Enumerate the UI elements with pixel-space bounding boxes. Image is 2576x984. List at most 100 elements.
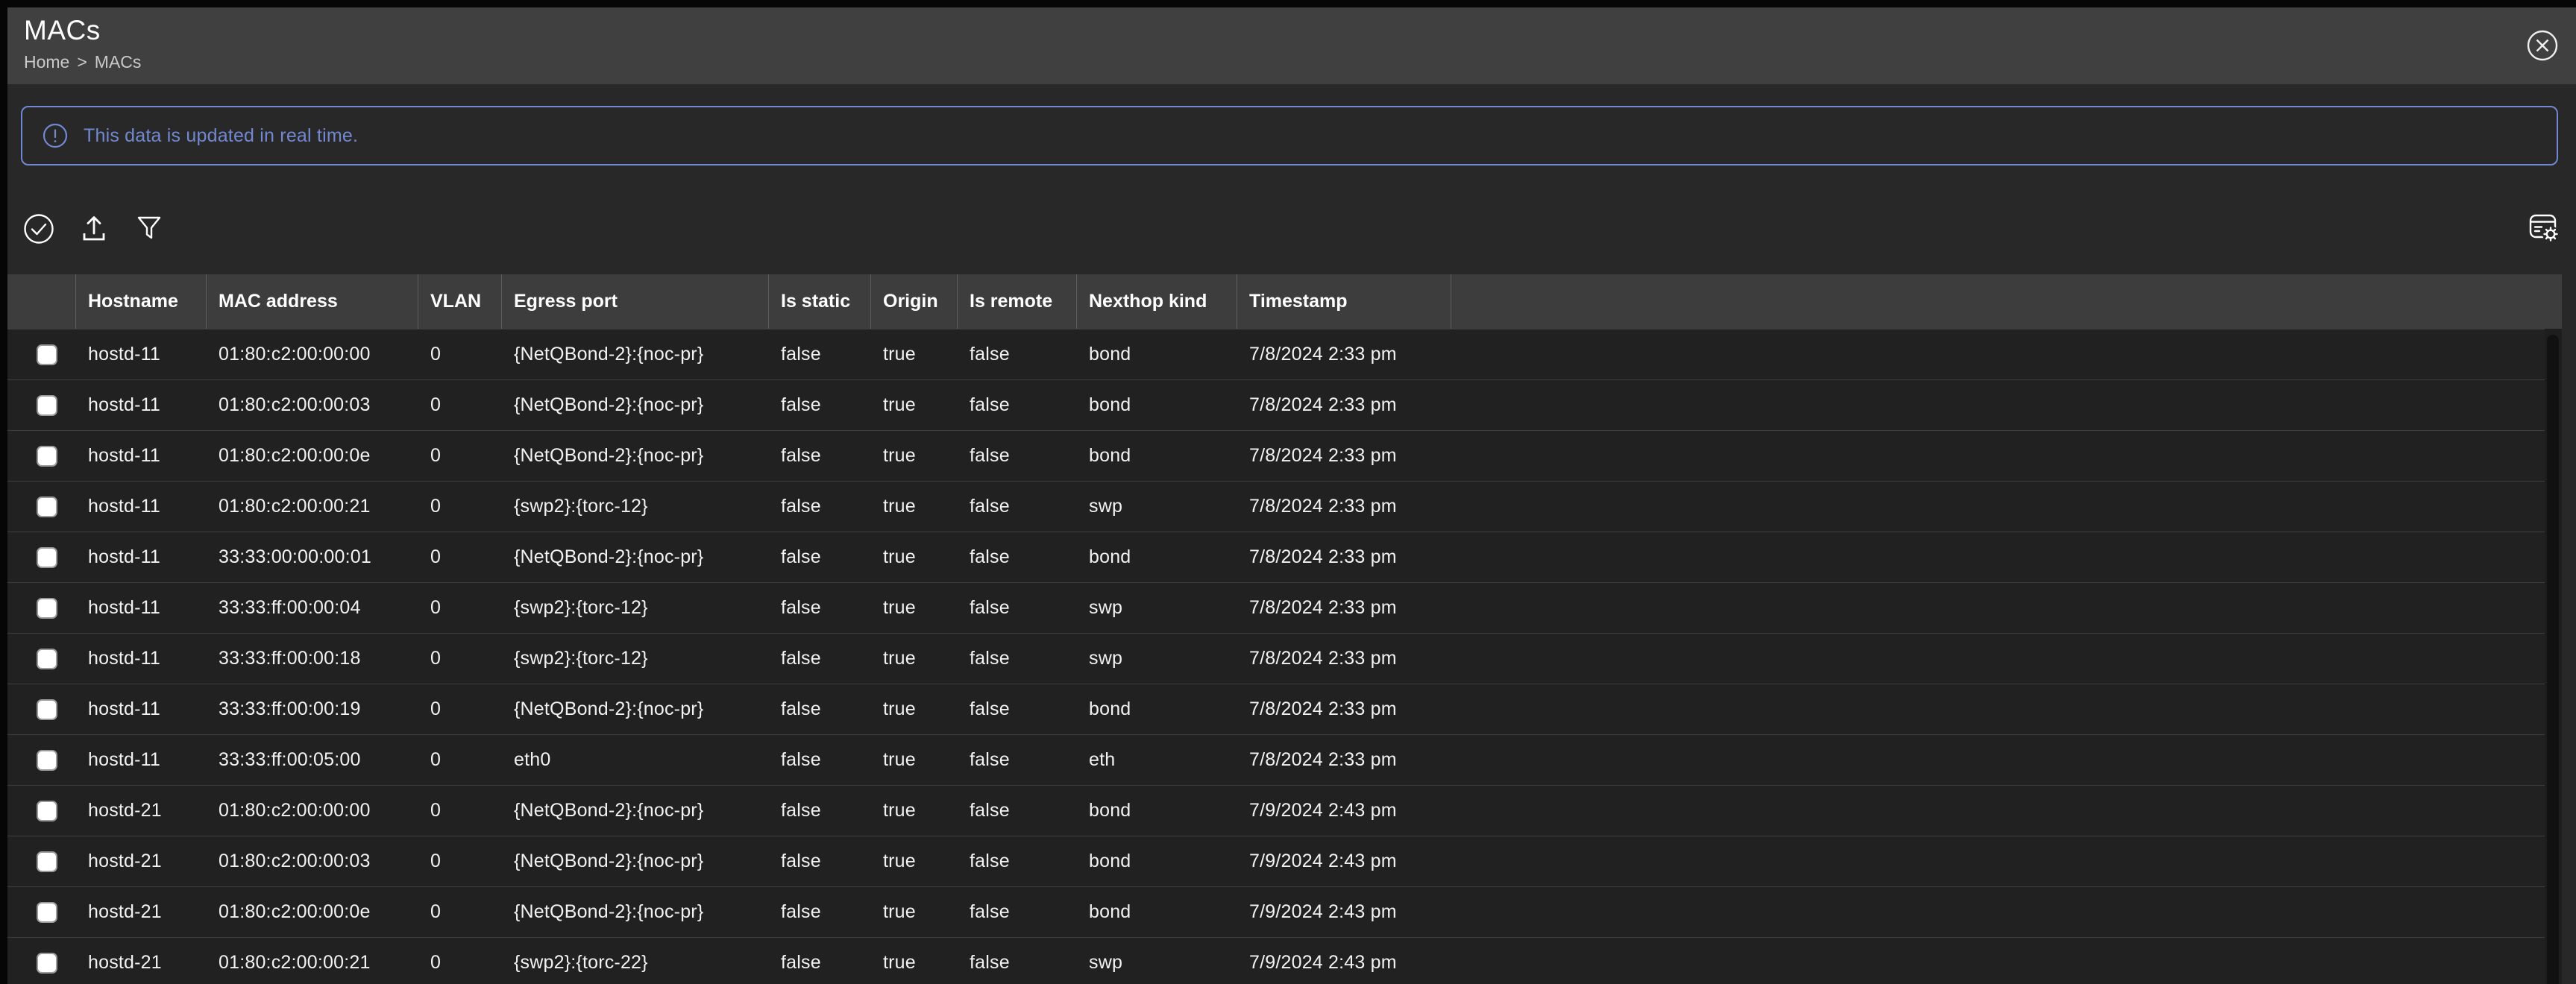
filter-funnel-icon bbox=[133, 212, 166, 245]
table-row[interactable]: hostd-2101:80:c2:00:00:210{swp2}:{torc-2… bbox=[7, 937, 2545, 984]
cell-egress-port: {NetQBond-2}:{noc-pr} bbox=[502, 684, 769, 734]
cell-mac-address: 01:80:c2:00:00:0e bbox=[207, 431, 418, 481]
cell-timestamp: 7/9/2024 2:43 pm bbox=[1237, 887, 1451, 937]
row-checkbox-cell bbox=[7, 684, 76, 734]
table-row[interactable]: hostd-2101:80:c2:00:00:0e0{NetQBond-2}:{… bbox=[7, 886, 2545, 937]
column-header-mac-address[interactable]: MAC address bbox=[207, 274, 418, 329]
row-checkbox[interactable] bbox=[37, 344, 57, 365]
cell-vlan: 0 bbox=[418, 380, 502, 430]
row-checkbox[interactable] bbox=[37, 851, 57, 872]
table-settings-button[interactable] bbox=[2527, 212, 2561, 246]
cell-is-static: false bbox=[769, 583, 871, 633]
cell-is-remote: false bbox=[958, 684, 1077, 734]
row-checkbox[interactable] bbox=[37, 902, 57, 923]
table-row[interactable]: hostd-2101:80:c2:00:00:000{NetQBond-2}:{… bbox=[7, 785, 2545, 836]
row-checkbox[interactable] bbox=[37, 446, 57, 467]
column-header-egress-port[interactable]: Egress port bbox=[502, 274, 769, 329]
macs-table: HostnameMAC addressVLANEgress portIs sta… bbox=[7, 274, 2562, 984]
close-icon bbox=[2525, 28, 2560, 63]
cell-hostname: hostd-11 bbox=[76, 482, 207, 532]
row-checkbox-cell bbox=[7, 329, 76, 379]
cell-origin: true bbox=[871, 431, 958, 481]
cell-nexthop-kind: bond bbox=[1077, 329, 1237, 379]
cell-is-remote: false bbox=[958, 634, 1077, 684]
table-row[interactable]: hostd-1101:80:c2:00:00:210{swp2}:{torc-1… bbox=[7, 481, 2545, 532]
vertical-scrollbar[interactable] bbox=[2545, 329, 2562, 984]
cell-nexthop-kind: bond bbox=[1077, 836, 1237, 886]
cell-egress-port: {NetQBond-2}:{noc-pr} bbox=[502, 380, 769, 430]
row-checkbox[interactable] bbox=[37, 598, 57, 619]
cell-vlan: 0 bbox=[418, 329, 502, 379]
cell-timestamp: 7/8/2024 2:33 pm bbox=[1237, 380, 1451, 430]
cell-is-remote: false bbox=[958, 836, 1077, 886]
table-row[interactable]: hostd-1133:33:ff:00:05:000eth0falsetruef… bbox=[7, 734, 2545, 785]
cell-hostname: hostd-21 bbox=[76, 938, 207, 984]
row-checkbox[interactable] bbox=[37, 953, 57, 974]
column-header-hostname[interactable]: Hostname bbox=[76, 274, 207, 329]
row-checkbox-cell bbox=[7, 634, 76, 684]
row-checkbox[interactable] bbox=[37, 547, 57, 568]
cell-timestamp: 7/8/2024 2:33 pm bbox=[1237, 532, 1451, 582]
breadcrumb-home[interactable]: Home bbox=[24, 52, 69, 72]
cell-vlan: 0 bbox=[418, 532, 502, 582]
cell-origin: true bbox=[871, 634, 958, 684]
cell-is-static: false bbox=[769, 735, 871, 785]
breadcrumb: Home > MACs bbox=[24, 52, 2576, 72]
table-row[interactable]: hostd-1133:33:ff:00:00:190{NetQBond-2}:{… bbox=[7, 684, 2545, 734]
cell-is-remote: false bbox=[958, 786, 1077, 836]
scrollbar-thumb[interactable] bbox=[2547, 335, 2559, 984]
realtime-banner: This data is updated in real time. bbox=[21, 106, 2558, 165]
close-button[interactable] bbox=[2525, 28, 2560, 63]
row-checkbox[interactable] bbox=[37, 395, 57, 416]
column-header-origin[interactable]: Origin bbox=[871, 274, 958, 329]
cell-egress-port: {swp2}:{torc-22} bbox=[502, 938, 769, 984]
cell-is-remote: false bbox=[958, 583, 1077, 633]
cell-hostname: hostd-11 bbox=[76, 583, 207, 633]
row-checkbox[interactable] bbox=[37, 750, 57, 771]
table-row[interactable]: hostd-1101:80:c2:00:00:0e0{NetQBond-2}:{… bbox=[7, 430, 2545, 481]
cell-origin: true bbox=[871, 735, 958, 785]
column-header-is-remote[interactable]: Is remote bbox=[958, 274, 1077, 329]
cell-mac-address: 33:33:00:00:00:01 bbox=[207, 532, 418, 582]
row-checkbox[interactable] bbox=[37, 699, 57, 720]
cell-is-remote: false bbox=[958, 887, 1077, 937]
cell-hostname: hostd-21 bbox=[76, 836, 207, 886]
cell-mac-address: 33:33:ff:00:00:04 bbox=[207, 583, 418, 633]
cell-filler bbox=[1451, 684, 2545, 734]
table-settings-gear-icon bbox=[2527, 212, 2561, 246]
column-header-nexthop-kind[interactable]: Nexthop kind bbox=[1077, 274, 1237, 329]
table-row[interactable]: hostd-1133:33:ff:00:00:040{swp2}:{torc-1… bbox=[7, 582, 2545, 633]
cell-egress-port: {swp2}:{torc-12} bbox=[502, 482, 769, 532]
table-row[interactable]: hostd-1101:80:c2:00:00:000{NetQBond-2}:{… bbox=[7, 329, 2545, 379]
cell-origin: true bbox=[871, 329, 958, 379]
table-row[interactable]: hostd-1101:80:c2:00:00:030{NetQBond-2}:{… bbox=[7, 379, 2545, 430]
cell-mac-address: 01:80:c2:00:00:21 bbox=[207, 482, 418, 532]
filter-button[interactable] bbox=[133, 212, 166, 245]
table-row[interactable]: hostd-1133:33:00:00:00:010{NetQBond-2}:{… bbox=[7, 532, 2545, 582]
export-button[interactable] bbox=[78, 212, 110, 245]
panel-header: MACs Home > MACs bbox=[7, 7, 2576, 84]
check-circle-button[interactable] bbox=[22, 212, 55, 245]
row-checkbox[interactable] bbox=[37, 649, 57, 669]
cell-hostname: hostd-11 bbox=[76, 532, 207, 582]
row-checkbox[interactable] bbox=[37, 801, 57, 821]
cell-origin: true bbox=[871, 583, 958, 633]
cell-vlan: 0 bbox=[418, 786, 502, 836]
cell-mac-address: 33:33:ff:00:00:19 bbox=[207, 684, 418, 734]
column-header-is-static[interactable]: Is static bbox=[769, 274, 871, 329]
column-header-vlan[interactable]: VLAN bbox=[418, 274, 502, 329]
cell-egress-port: {NetQBond-2}:{noc-pr} bbox=[502, 431, 769, 481]
cell-is-remote: false bbox=[958, 735, 1077, 785]
table-row[interactable]: hostd-1133:33:ff:00:00:180{swp2}:{torc-1… bbox=[7, 633, 2545, 684]
row-checkbox[interactable] bbox=[37, 496, 57, 517]
cell-timestamp: 7/8/2024 2:33 pm bbox=[1237, 634, 1451, 684]
cell-nexthop-kind: bond bbox=[1077, 786, 1237, 836]
column-header-timestamp[interactable]: Timestamp bbox=[1237, 274, 1451, 329]
cell-is-static: false bbox=[769, 431, 871, 481]
select-all-header-cell bbox=[7, 274, 76, 329]
cell-is-static: false bbox=[769, 532, 871, 582]
cell-hostname: hostd-11 bbox=[76, 380, 207, 430]
cell-vlan: 0 bbox=[418, 482, 502, 532]
table-row[interactable]: hostd-2101:80:c2:00:00:030{NetQBond-2}:{… bbox=[7, 836, 2545, 886]
cell-is-remote: false bbox=[958, 532, 1077, 582]
